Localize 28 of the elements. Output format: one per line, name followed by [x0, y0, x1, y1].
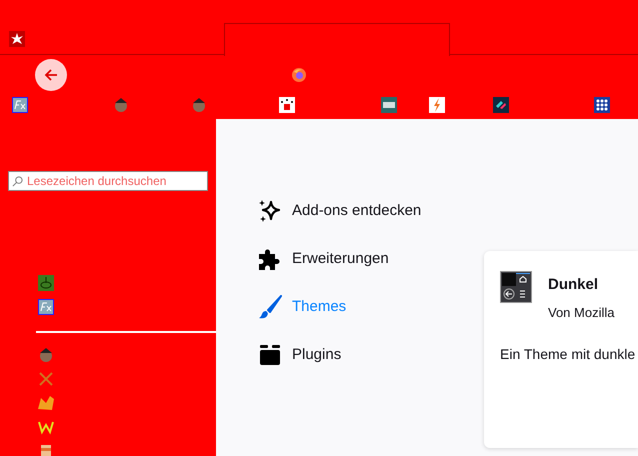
- favicon-icon[interactable]: [12, 97, 28, 113]
- theme-name: Dunkel: [548, 275, 600, 295]
- search-icon: [12, 176, 23, 187]
- bolt-favicon-icon[interactable]: [429, 97, 445, 113]
- theme-author: Von Mozilla: [548, 304, 614, 322]
- avatar-favicon-icon[interactable]: [113, 97, 129, 113]
- back-button[interactable]: [35, 59, 67, 91]
- dots-favicon-icon[interactable]: [279, 97, 295, 113]
- theme-description: Ein Theme mit dunkle: [500, 345, 636, 364]
- back-arrow-icon: [43, 67, 59, 83]
- grid-favicon-icon[interactable]: [594, 97, 610, 113]
- bookmark-search-field[interactable]: Lesezeichen durchsuchen: [8, 171, 208, 191]
- avatar-favicon-icon[interactable]: [191, 97, 207, 113]
- favicon-icon[interactable]: [381, 97, 397, 113]
- category-tab[interactable]: Add-ons entdecken: [292, 200, 422, 222]
- sparkle-icon: [258, 199, 282, 223]
- paintbrush-icon: [258, 295, 282, 319]
- plugin-block-icon: [258, 343, 282, 367]
- category-tab[interactable]: Erweiterungen: [292, 248, 389, 270]
- browser-logo-icon: [291, 67, 307, 83]
- avatar-favicon-icon[interactable]: [38, 347, 54, 363]
- w-favicon-icon[interactable]: [38, 419, 54, 435]
- squares-favicon-icon[interactable]: [493, 97, 509, 113]
- category-tab[interactable]: Plugins: [292, 344, 342, 366]
- favicon-icon[interactable]: [38, 299, 54, 315]
- star-burst-icon[interactable]: [9, 31, 25, 47]
- theme-preview-icon: [500, 271, 532, 303]
- puzzle-piece-icon: [258, 247, 282, 271]
